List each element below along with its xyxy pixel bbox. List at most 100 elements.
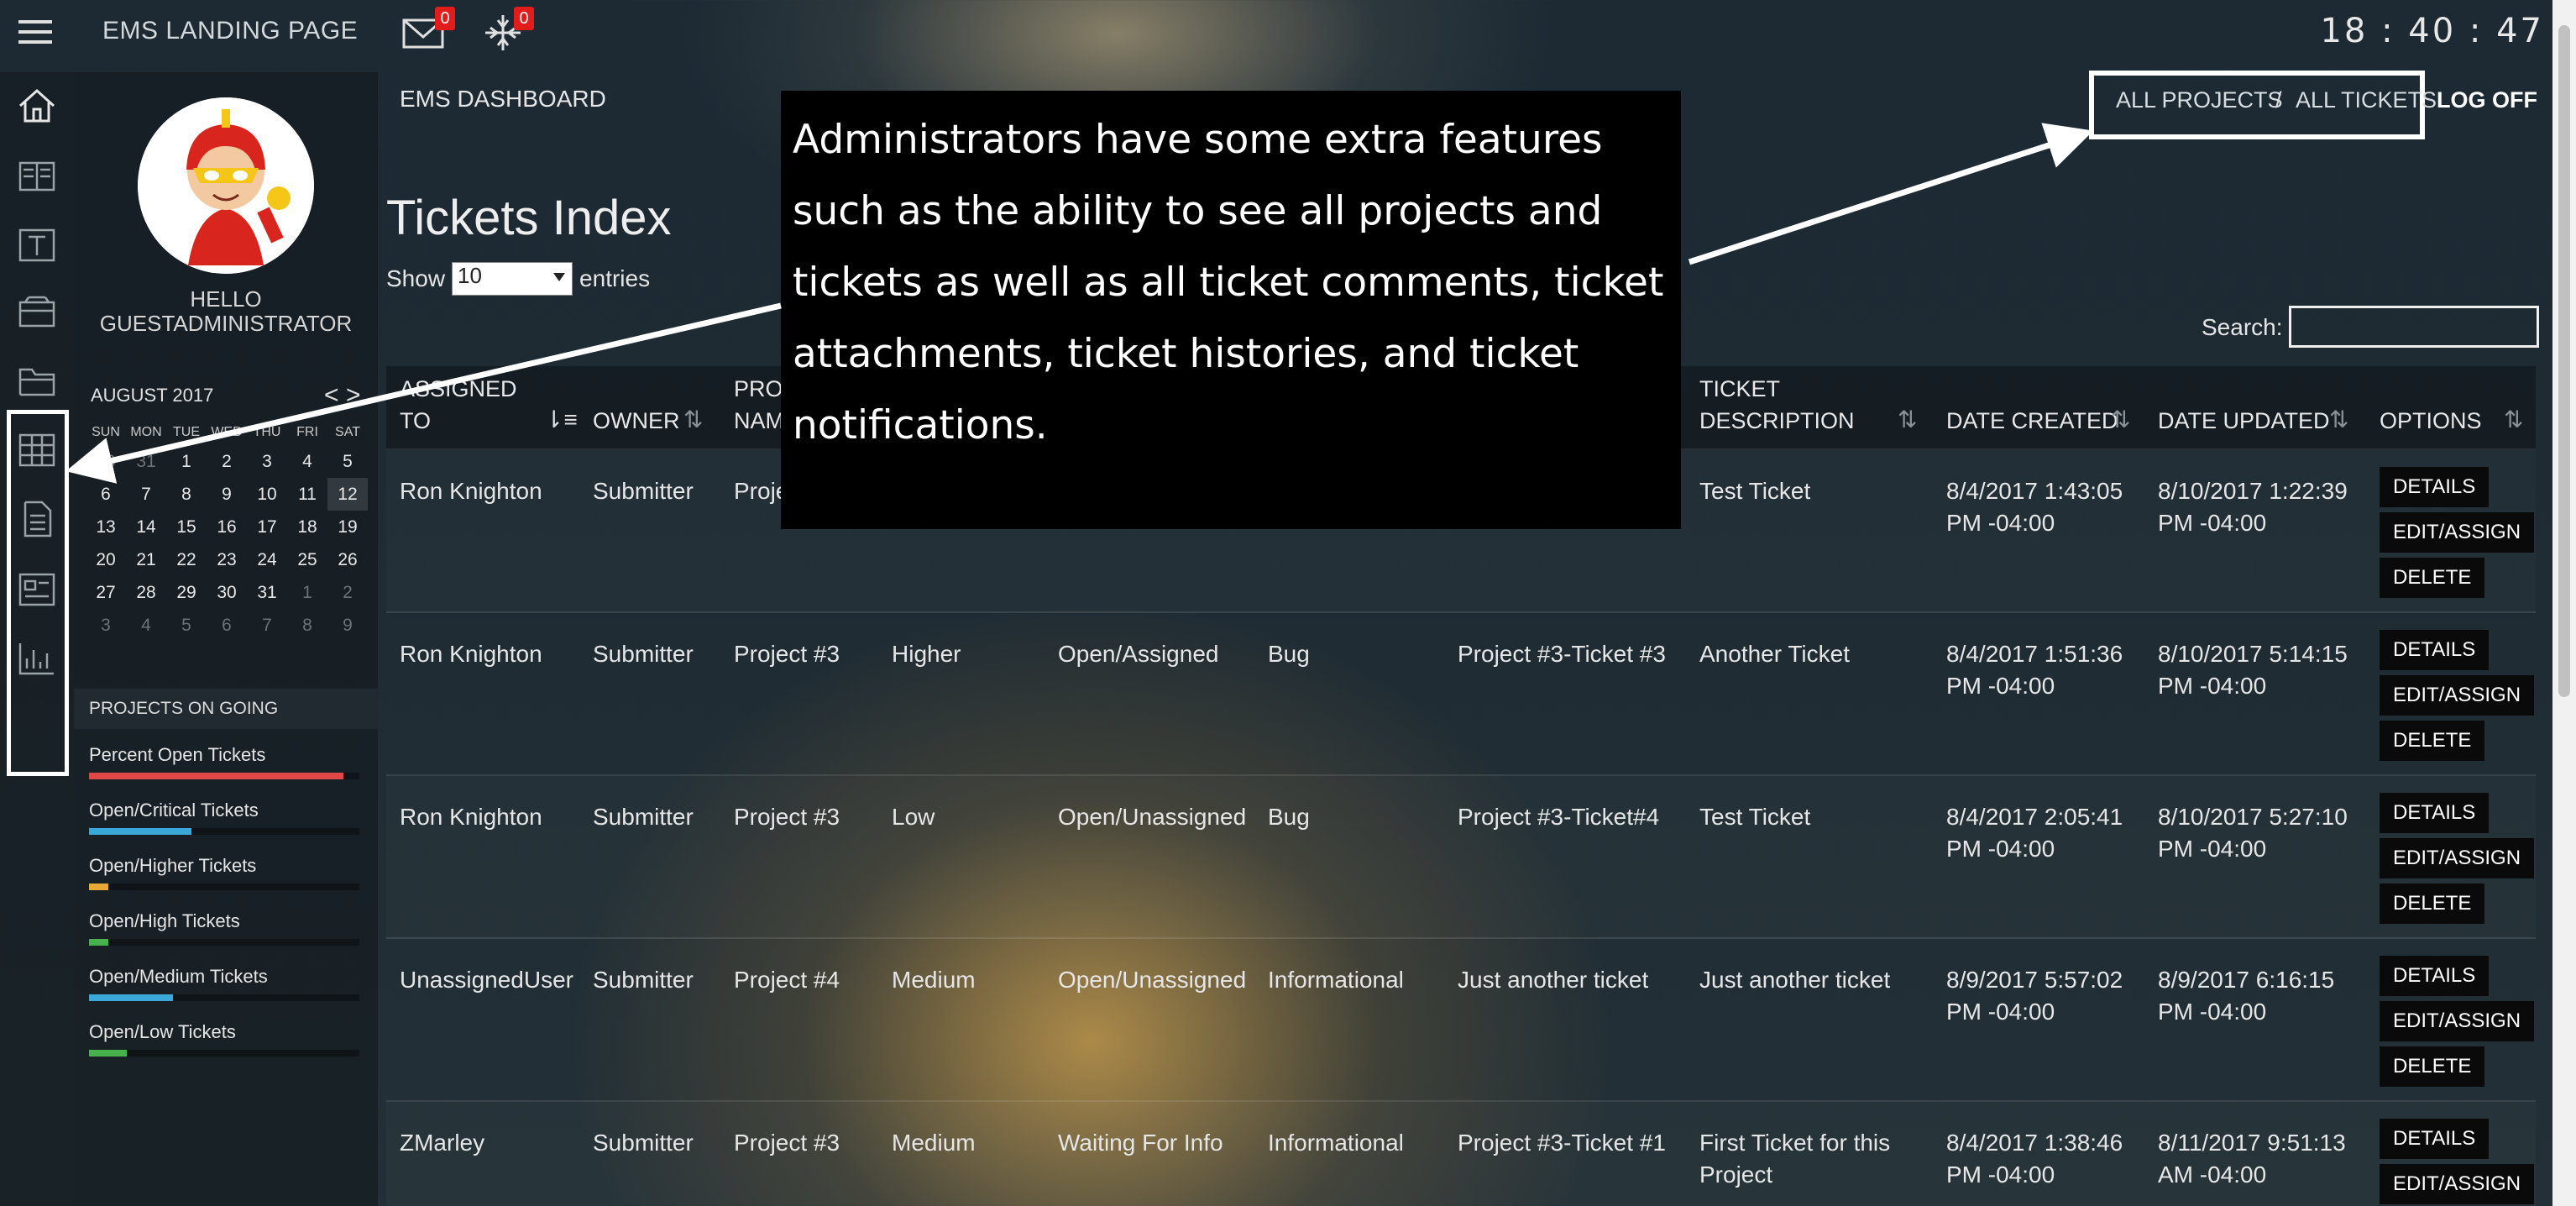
calendar-day[interactable]: 6 [207, 609, 247, 642]
calendar-prev-button[interactable]: < [324, 381, 339, 410]
calendar-day[interactable]: 2 [327, 576, 368, 609]
calendar-day[interactable]: 5 [166, 609, 207, 642]
project-stat-item[interactable]: Open/High Tickets [89, 910, 359, 966]
edit-assign-button[interactable]: EDIT/ASSIGN [2380, 1164, 2535, 1204]
th-date-updated[interactable]: DATE UPDATED [2158, 405, 2330, 437]
calendar-day[interactable]: 1 [166, 445, 207, 478]
calendar-day[interactable]: 29 [166, 576, 207, 609]
calendar-day[interactable]: 30 [207, 576, 247, 609]
calendar-day[interactable]: 9 [207, 478, 247, 511]
project-stat-item[interactable]: Open/Medium Tickets [89, 966, 359, 1021]
scrollbar-thumb[interactable] [2558, 25, 2570, 697]
calendar-day[interactable]: 14 [126, 511, 166, 543]
calendar-day[interactable]: 28 [126, 576, 166, 609]
calendar-day[interactable]: 15 [166, 511, 207, 543]
delete-button[interactable]: DELETE [2380, 558, 2485, 598]
layout-icon[interactable] [17, 158, 57, 195]
calendar-day[interactable]: 11 [287, 478, 327, 511]
details-button[interactable]: DETAILS [2380, 793, 2490, 833]
typography-icon[interactable] [17, 227, 57, 264]
calendar-day[interactable]: 5 [327, 445, 368, 478]
calendar-day[interactable]: 27 [86, 576, 126, 609]
calendar-next-button[interactable]: > [346, 381, 361, 410]
calendar-day[interactable]: 4 [287, 445, 327, 478]
calendar-day[interactable]: 31 [126, 445, 166, 478]
th-ticket-description[interactable]: TICKET DESCRIPTION [1699, 373, 1855, 437]
cell-owner: Submitter [593, 804, 694, 830]
calendar-day[interactable]: 21 [126, 543, 166, 576]
calendar-day[interactable]: 1 [287, 576, 327, 609]
dashboard-title[interactable]: EMS DASHBOARD [400, 86, 606, 113]
calendar-day[interactable]: 8 [166, 478, 207, 511]
cell-priority: Medium [892, 967, 976, 993]
calendar-day[interactable]: 4 [126, 609, 166, 642]
project-stat-item[interactable]: Open/Critical Tickets [89, 800, 359, 855]
calendar-day[interactable]: 9 [327, 609, 368, 642]
calendar-day[interactable]: 31 [247, 576, 287, 609]
menu-icon[interactable] [18, 20, 52, 45]
app-title[interactable]: EMS LANDING PAGE [102, 17, 358, 45]
calendar-day[interactable]: 30 [86, 445, 126, 478]
calendar-day[interactable]: 10 [247, 478, 287, 511]
th-options[interactable]: OPTIONS [2380, 405, 2482, 437]
calendar-day[interactable]: 24 [247, 543, 287, 576]
calendar-day[interactable]: 3 [86, 609, 126, 642]
details-button[interactable]: DETAILS [2380, 956, 2490, 996]
calendar-day[interactable]: 7 [126, 478, 166, 511]
calendar-day[interactable]: 26 [327, 543, 368, 576]
calendar-day[interactable]: 2 [207, 445, 247, 478]
home-icon[interactable] [17, 87, 57, 124]
calendar-day[interactable]: 16 [207, 511, 247, 543]
search-input[interactable] [2289, 306, 2539, 348]
all-projects-link[interactable]: ALL PROJECTS [2116, 87, 2283, 113]
mail-icon[interactable]: 0 [401, 7, 455, 54]
sort-icon[interactable]: ⇅ [2111, 406, 2130, 433]
delete-button[interactable]: DELETE [2380, 1046, 2485, 1087]
edit-assign-button[interactable]: EDIT/ASSIGN [2380, 838, 2535, 878]
th-assigned-to[interactable]: ASSIGNED TO [400, 373, 517, 437]
cell-owner: Submitter [593, 478, 694, 504]
calendar-day[interactable]: 19 [327, 511, 368, 543]
calendar-day[interactable]: 8 [287, 609, 327, 642]
edit-assign-button[interactable]: EDIT/ASSIGN [2380, 1001, 2535, 1041]
sort-icon[interactable]: ⇅ [2329, 406, 2348, 433]
delete-button[interactable]: DELETE [2380, 884, 2485, 924]
calendar-day[interactable]: 6 [86, 478, 126, 511]
projects-folder-icon[interactable] [17, 363, 57, 400]
calendar-day[interactable]: 17 [247, 511, 287, 543]
page-scrollbar[interactable] [2552, 0, 2576, 1206]
edit-assign-button[interactable]: EDIT/ASSIGN [2380, 512, 2535, 553]
calendar-day[interactable]: 23 [207, 543, 247, 576]
cell-owner: Submitter [593, 967, 694, 993]
calendar-day[interactable]: 7 [247, 609, 287, 642]
inbox-icon[interactable] [17, 294, 57, 331]
project-stat-item[interactable]: Open/Higher Tickets [89, 855, 359, 910]
project-stat-item[interactable]: Percent Open Tickets [89, 744, 359, 800]
delete-button[interactable]: DELETE [2380, 721, 2485, 761]
calendar-day[interactable]: 3 [247, 445, 287, 478]
sort-icon[interactable]: ⇅ [683, 406, 703, 433]
notifications-icon[interactable]: 0 [480, 7, 534, 54]
calendar-day[interactable]: 22 [166, 543, 207, 576]
sort-icon[interactable]: ⇅ [2504, 406, 2523, 433]
sort-desc-icon[interactable]: ⇂≡ [544, 406, 578, 433]
edit-assign-button[interactable]: EDIT/ASSIGN [2380, 675, 2535, 716]
calendar-day[interactable]: 20 [86, 543, 126, 576]
details-button[interactable]: DETAILS [2380, 467, 2490, 507]
th-date-created[interactable]: DATE CREATED [1946, 405, 2118, 437]
calendar-day[interactable]: 18 [287, 511, 327, 543]
entries-select[interactable]: 10 [452, 262, 573, 296]
details-button[interactable]: DETAILS [2380, 630, 2490, 670]
calendar-day[interactable]: 13 [86, 511, 126, 543]
logoff-link[interactable]: LOG OFF [2437, 87, 2537, 113]
project-stat-item[interactable]: Open/Low Tickets [89, 1021, 359, 1077]
all-tickets-link[interactable]: ALL TICKETS [2296, 87, 2437, 113]
avatar[interactable] [138, 97, 314, 274]
th-owner[interactable]: OWNER [593, 405, 680, 437]
calendar-day[interactable]: 25 [287, 543, 327, 576]
sort-icon[interactable]: ⇅ [1898, 406, 1917, 433]
details-button[interactable]: DETAILS [2380, 1119, 2490, 1159]
progress-fill [89, 773, 343, 779]
cell-project: Project #4 [734, 967, 840, 993]
calendar-day-today[interactable]: 12 [327, 478, 368, 511]
